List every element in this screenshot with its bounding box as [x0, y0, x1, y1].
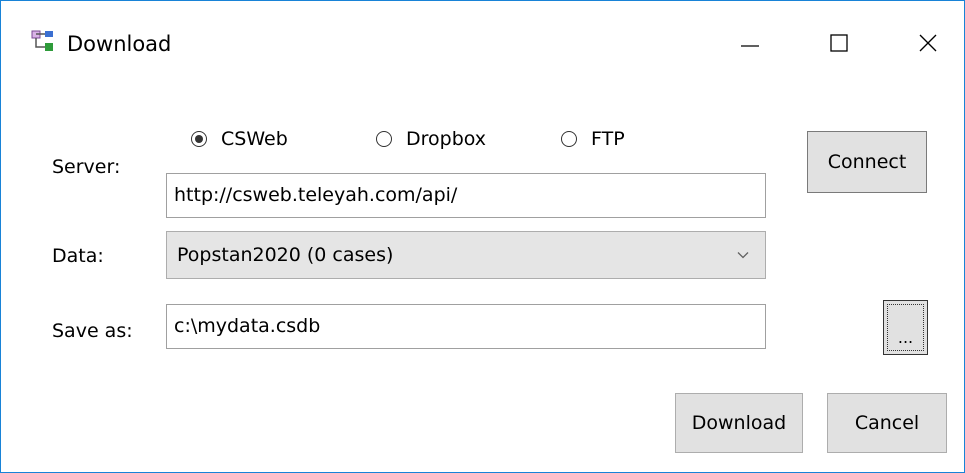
- window-title: Download: [67, 32, 172, 56]
- browse-button[interactable]: ...: [883, 300, 928, 355]
- minimize-icon: [741, 45, 759, 47]
- save-path-input[interactable]: c:\mydata.csdb: [166, 304, 766, 349]
- data-label: Data:: [52, 245, 104, 267]
- radio-circle: [376, 131, 392, 147]
- radio-dropbox-label: Dropbox: [406, 128, 487, 150]
- radio-dropbox[interactable]: Dropbox: [376, 125, 486, 153]
- maximize-button[interactable]: [819, 23, 859, 63]
- browse-button-label: ...: [887, 304, 924, 351]
- close-button[interactable]: [908, 23, 948, 63]
- radio-ftp[interactable]: FTP: [561, 125, 625, 153]
- radio-ftp-label: FTP: [591, 128, 625, 150]
- title-bar: Download: [1, 1, 964, 85]
- data-selected-value: Popstan2020 (0 cases): [177, 244, 394, 266]
- maximize-icon: [830, 34, 848, 52]
- download-dialog: Download Server: CSWeb Dropbox FTP http:…: [0, 0, 965, 473]
- radio-circle: [191, 131, 207, 147]
- download-button[interactable]: Download: [675, 393, 803, 453]
- chevron-down-icon: [737, 252, 749, 259]
- tree-structure-icon: [31, 30, 53, 51]
- radio-dot: [195, 135, 203, 143]
- connect-button[interactable]: Connect: [807, 131, 927, 193]
- server-url-input[interactable]: http://csweb.teleyah.com/api/: [166, 173, 766, 218]
- radio-csweb-label: CSWeb: [221, 128, 288, 150]
- save-as-label: Save as:: [52, 320, 133, 342]
- radio-csweb[interactable]: CSWeb: [191, 125, 288, 153]
- close-icon: [919, 34, 937, 52]
- minimize-button[interactable]: [730, 23, 770, 63]
- radio-circle: [561, 131, 577, 147]
- cancel-button[interactable]: Cancel: [827, 393, 947, 453]
- data-dropdown[interactable]: Popstan2020 (0 cases): [166, 231, 766, 279]
- server-label: Server:: [52, 156, 121, 178]
